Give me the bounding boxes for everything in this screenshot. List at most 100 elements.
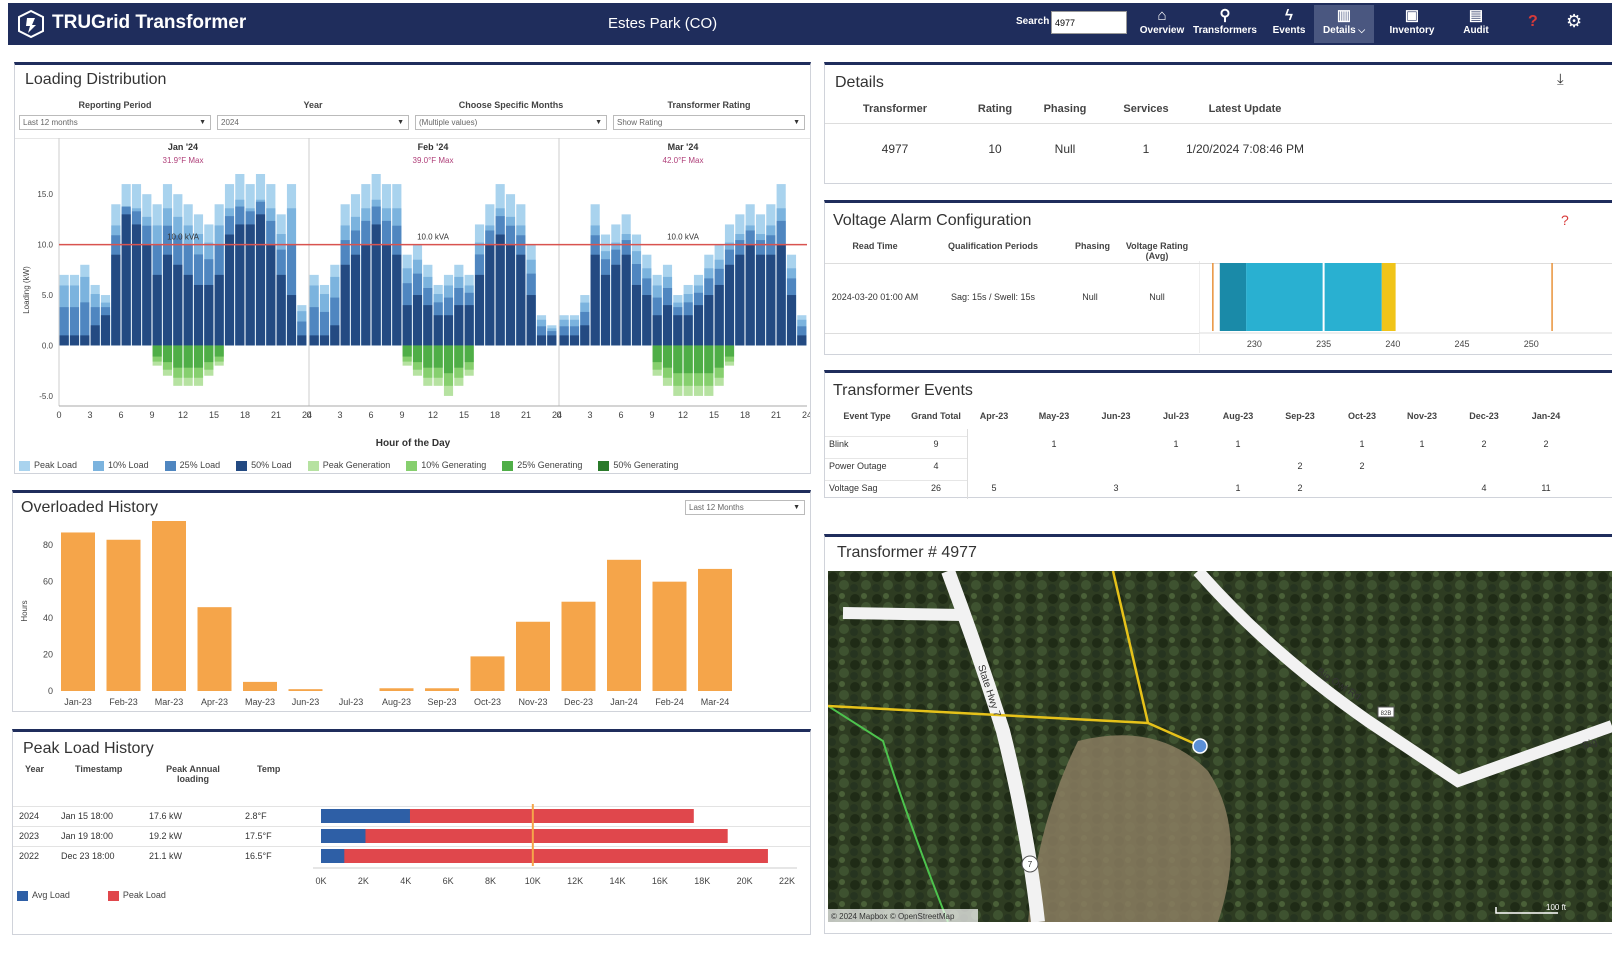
legend-item: Peak Load — [107, 890, 166, 901]
month-temp-label: 31.9°F Max — [163, 156, 204, 165]
load-50-bar — [735, 254, 745, 346]
x-tick-label: 18K — [694, 876, 710, 886]
nav-label: Inventory — [1389, 25, 1435, 36]
help-icon[interactable]: ? — [1528, 13, 1538, 31]
chevron-down-icon: ▼ — [793, 119, 800, 126]
generating-25-bar — [683, 345, 693, 374]
nav-transformers-button[interactable]: ⚲ Transformers — [1192, 5, 1258, 43]
event-type-label: Voltage Sag — [829, 483, 878, 493]
transformer-map-title: Transformer # 4977 — [837, 544, 977, 561]
details-value-rating: 10 — [988, 142, 1002, 156]
x-tick-label: 22K — [779, 876, 795, 886]
event-count: 11 — [1541, 483, 1551, 493]
y-tick-label: 5.0 — [42, 291, 54, 300]
road-shield-label: 82B — [1381, 711, 1392, 717]
voltage-tick-label: 250 — [1524, 339, 1539, 349]
event-count: 2 — [1543, 439, 1549, 449]
load-50-bar — [111, 254, 121, 346]
x-tick-label: Mar-24 — [701, 697, 730, 707]
events-header: Jun-23 — [1101, 411, 1131, 421]
x-tick-label: 12 — [678, 410, 688, 420]
legend-label: 50% Generating — [613, 460, 679, 470]
load-50-bar — [371, 224, 381, 346]
inbox-icon: ▣ — [1404, 7, 1420, 24]
reference-label: 10.0 kVA — [167, 233, 200, 242]
x-tick-label: Sep-23 — [427, 697, 456, 707]
y-tick-label: 40 — [43, 613, 53, 623]
nav-audit-button[interactable]: ▤ Audit — [1456, 5, 1496, 43]
load-50-bar — [536, 335, 547, 346]
overloaded-bar — [243, 681, 277, 691]
y-tick-label: 15.0 — [37, 190, 53, 199]
load-50-bar — [193, 284, 204, 346]
event-count: 5 — [991, 483, 997, 493]
chevron-down-icon[interactable]: ⌵ — [1356, 25, 1365, 35]
x-tick-label: 0 — [56, 410, 61, 420]
load-50-bar — [673, 315, 683, 346]
generating-25-bar — [412, 345, 423, 363]
gear-icon[interactable]: ⚙ — [1566, 11, 1582, 32]
load-50-bar — [590, 254, 600, 346]
voltage-help-icon[interactable]: ? — [1561, 212, 1569, 228]
filter-dropdown-transformer-rating[interactable]: Show Rating ▼ — [613, 115, 805, 130]
x-tick-label: Jun-23 — [292, 697, 320, 707]
load-50-bar — [642, 295, 652, 346]
x-tick-label: 16K — [652, 876, 668, 886]
load-50-bar — [381, 244, 392, 346]
peak-load-history-title: Peak Load History — [23, 740, 154, 757]
filter-dropdown-specific-months[interactable]: (Multiple values) ▼ — [415, 115, 607, 130]
filter-label-specific-months: Choose Specific Months — [458, 100, 564, 110]
nav-overview-button[interactable]: ⌂ Overview — [1136, 5, 1188, 43]
load-50-bar — [423, 305, 433, 346]
x-tick-label: 12 — [178, 410, 188, 420]
load-50-bar — [714, 284, 724, 346]
map-scale-label: 100 ft — [1546, 903, 1567, 912]
x-tick-label: 2K — [358, 876, 369, 886]
event-count: 1 — [1235, 483, 1241, 493]
load-50-bar — [59, 335, 69, 346]
peak-year: 2023 — [19, 831, 40, 841]
x-tick-label: 9 — [149, 410, 154, 420]
generating-25-bar — [152, 345, 162, 357]
generating-25-bar — [714, 345, 724, 368]
transformer-map[interactable]: 7 82B State Hwy 7 Big Owl Rd Big © 2024 … — [828, 571, 1612, 922]
load-50-bar — [683, 315, 693, 346]
events-header: Aug-23 — [1222, 411, 1254, 421]
download-icon[interactable]: ⤓ — [1557, 71, 1564, 88]
generating-25-bar — [673, 345, 683, 374]
voltage-tick-label: 230 — [1247, 339, 1262, 349]
transformer-marker-icon[interactable] — [1192, 738, 1208, 754]
generating-25-bar — [173, 345, 183, 368]
nav-details-button[interactable]: ▥ Details ⌵ — [1314, 5, 1374, 43]
voltage-value-voltage-rating: Null — [1149, 292, 1165, 302]
x-tick-label: Nov-23 — [518, 697, 547, 707]
overloaded-bar — [152, 521, 186, 691]
load-50-bar — [464, 305, 474, 346]
avg-load-bar — [321, 849, 345, 863]
map-attribution: © 2024 Mapbox © OpenStreetMap — [831, 912, 955, 921]
map-canvas[interactable]: 7 82B State Hwy 7 Big Owl Rd Big © 2024 … — [828, 571, 1612, 922]
peak-load-history-panel: Peak Load History Year Timestamp Peak An… — [12, 729, 811, 935]
legend-swatch — [598, 460, 610, 471]
filter-dropdown-year[interactable]: 2024 ▼ — [217, 115, 409, 130]
legend-swatch — [307, 460, 319, 471]
overloaded-period-dropdown[interactable]: Last 12 Months ▼ — [685, 500, 805, 515]
loading-legend: Peak Load 10% Load 25% Load 50% Load Peak Ge… — [19, 460, 694, 471]
y-tick-label: 0.0 — [42, 341, 54, 350]
nav-events-button[interactable]: ϟ Events — [1266, 5, 1312, 43]
overloaded-bar — [652, 581, 687, 691]
highway-shield-label: 7 — [1028, 860, 1033, 869]
load-50-bar — [693, 305, 704, 346]
nav-inventory-button[interactable]: ▣ Inventory — [1384, 5, 1440, 43]
legend-item: 25% Generating — [502, 460, 582, 471]
overloaded-bar — [516, 621, 550, 691]
load-50-bar — [474, 274, 485, 346]
event-count: 2 — [1297, 461, 1303, 471]
peak-header-temp: Temp — [257, 764, 281, 774]
x-tick-label: 0 — [556, 410, 561, 420]
load-50-bar — [526, 295, 536, 346]
app-title: TRUGrid Transformer — [52, 12, 247, 33]
search-input[interactable] — [1051, 11, 1127, 34]
peak-year: 2024 — [19, 811, 40, 821]
filter-dropdown-reporting-period[interactable]: Last 12 months ▼ — [19, 115, 211, 130]
